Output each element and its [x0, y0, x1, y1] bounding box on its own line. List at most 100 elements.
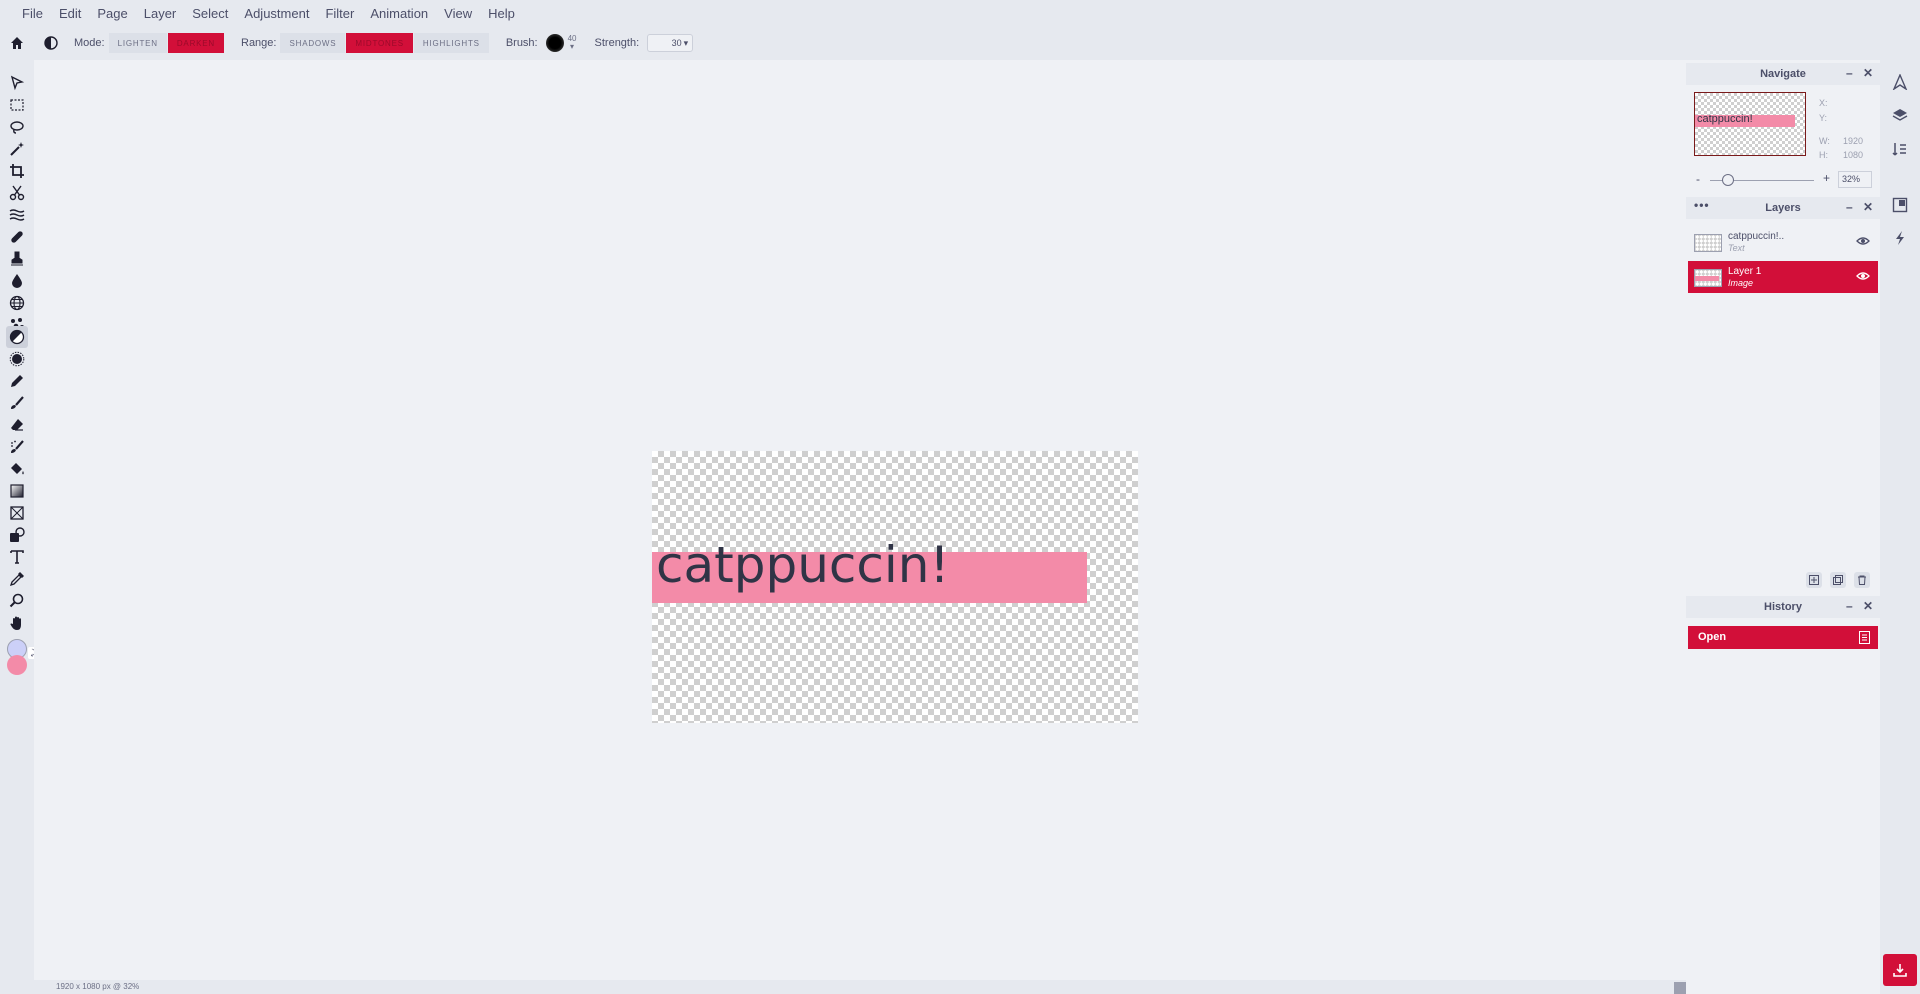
navigate-panel-icon[interactable] — [1890, 72, 1910, 92]
zoom-slider-handle[interactable] — [1722, 174, 1734, 186]
eye-icon[interactable] — [1856, 236, 1870, 246]
rect-select-tool-icon[interactable] — [6, 94, 28, 116]
menu-bar: File Edit Page Layer Select Adjustment F… — [0, 0, 1920, 26]
layer-type: Text — [1728, 243, 1745, 253]
crop-tool-icon[interactable] — [6, 160, 28, 182]
menu-select[interactable]: Select — [192, 6, 228, 21]
paint-bucket-tool-icon[interactable] — [6, 458, 28, 480]
zoom-control: - + 32% — [1694, 171, 1874, 189]
stamp-tool-icon[interactable] — [6, 248, 28, 270]
layers-panel-icon[interactable] — [1890, 105, 1910, 125]
home-icon[interactable] — [0, 26, 34, 60]
range-segment: SHADOWS MIDTONES HIGHLIGHTS — [280, 33, 490, 53]
duplicate-layer-icon[interactable] — [1830, 572, 1846, 588]
history-title: History — [1764, 601, 1802, 613]
range-highlights-button[interactable]: HIGHLIGHTS — [413, 33, 490, 53]
zoom-out-button[interactable]: - — [1696, 172, 1700, 186]
blur-drop-tool-icon[interactable] — [6, 270, 28, 292]
menu-page[interactable]: Page — [97, 6, 127, 21]
spray-brush-tool-icon[interactable] — [6, 436, 28, 458]
w-label: W: — [1819, 136, 1830, 146]
background-color-swatch[interactable] — [7, 655, 27, 675]
layer-name: Layer 1 — [1728, 266, 1762, 277]
canvas-workspace[interactable]: catppuccin! — [34, 60, 1686, 980]
options-bar: Mode: LIGHTEN DARKEN Range: SHADOWS MIDT… — [0, 26, 1920, 60]
zoom-in-button[interactable]: + — [1823, 171, 1830, 185]
x-label: X: — [1819, 98, 1828, 108]
pointer-tool-icon[interactable] — [6, 72, 28, 94]
download-icon — [1893, 964, 1907, 977]
shapes-tool-icon[interactable] — [6, 524, 28, 546]
dodge-burn-icon — [34, 26, 68, 60]
eyedropper-tool-icon[interactable] — [6, 568, 28, 590]
brush-size-control[interactable]: 40 ▾ — [568, 35, 577, 51]
more-options-icon[interactable]: ••• — [1694, 198, 1710, 212]
globe-tool-icon[interactable] — [6, 292, 28, 314]
add-layer-icon[interactable] — [1806, 572, 1822, 588]
sponge-tool-icon[interactable] — [6, 348, 28, 370]
eraser-tool-icon[interactable] — [6, 414, 28, 436]
liquify-tool-icon[interactable] — [6, 204, 28, 226]
h-label: H: — [1819, 150, 1828, 160]
minimize-icon[interactable]: – — [1846, 200, 1853, 214]
trash-icon[interactable] — [1854, 572, 1870, 588]
w-value: 1920 — [1843, 136, 1864, 146]
layer-row[interactable]: catppuccin!.. Text — [1688, 226, 1878, 258]
mode-darken-button[interactable]: DARKEN — [167, 33, 225, 53]
pencil-tool-icon[interactable] — [6, 370, 28, 392]
zoom-input[interactable]: 32% — [1838, 171, 1872, 188]
text-tool-icon[interactable] — [6, 546, 28, 568]
brush-tool-icon[interactable] — [6, 392, 28, 414]
mode-lighten-button[interactable]: LIGHTEN — [108, 33, 168, 53]
scissors-tool-icon[interactable] — [6, 182, 28, 204]
menu-filter[interactable]: Filter — [325, 6, 354, 21]
range-shadows-button[interactable]: SHADOWS — [280, 33, 347, 53]
hand-tool-icon[interactable] — [6, 612, 28, 634]
scrollbar-handle[interactable] — [1674, 982, 1686, 994]
brush-preview[interactable] — [545, 34, 564, 52]
y-label: Y: — [1819, 113, 1828, 123]
gradient-tool-icon[interactable] — [6, 480, 28, 502]
range-label: Range: — [241, 37, 277, 49]
strength-select[interactable]: 30 ▾ — [647, 34, 694, 52]
range-midtones-button[interactable]: MIDTONES — [346, 33, 414, 53]
menu-edit[interactable]: Edit — [59, 6, 81, 21]
strength-label: Strength: — [594, 37, 640, 49]
tool-palette: ⤸ — [0, 60, 38, 994]
canvas-text-layer: catppuccin! — [656, 536, 950, 594]
navigate-thumbnail[interactable]: catppuccin! — [1694, 92, 1806, 156]
menu-adjustment[interactable]: Adjustment — [244, 6, 309, 21]
close-icon[interactable]: ✕ — [1863, 599, 1873, 613]
brush-label: Brush: — [505, 37, 538, 49]
frame-tool-icon[interactable] — [6, 502, 28, 524]
magic-wand-tool-icon[interactable] — [6, 138, 28, 160]
effects-panel-icon[interactable] — [1890, 228, 1910, 248]
eye-icon[interactable] — [1856, 271, 1870, 281]
lasso-tool-icon[interactable] — [6, 116, 28, 138]
history-item[interactable]: Open — [1688, 626, 1878, 649]
bandage-tool-icon[interactable] — [6, 226, 28, 248]
layer-thumbnail — [1694, 234, 1722, 252]
layers-panel-header: ••• Layers – ✕ — [1686, 197, 1880, 219]
menu-view[interactable]: View — [444, 6, 472, 21]
resize-panel-icon[interactable] — [1890, 195, 1910, 215]
close-icon[interactable]: ✕ — [1863, 200, 1873, 214]
layer-thumbnail — [1694, 269, 1722, 287]
menu-help[interactable]: Help — [488, 6, 515, 21]
close-icon[interactable]: ✕ — [1863, 66, 1873, 80]
layer-row-selected[interactable]: Layer 1 Image — [1688, 261, 1878, 293]
menu-layer[interactable]: Layer — [144, 6, 177, 21]
mode-segment: LIGHTEN DARKEN — [108, 33, 225, 53]
dodge-burn-tool-icon[interactable] — [6, 326, 28, 348]
layer-name: catppuccin!.. — [1728, 231, 1785, 242]
download-button[interactable] — [1883, 954, 1917, 986]
chevron-down-icon: ▾ — [570, 42, 575, 51]
history-panel-icon[interactable] — [1890, 139, 1910, 159]
zoom-tool-icon[interactable] — [6, 590, 28, 612]
menu-file[interactable]: File — [22, 6, 43, 21]
h-value: 1080 — [1843, 150, 1864, 160]
minimize-icon[interactable]: – — [1846, 599, 1853, 613]
navigate-panel-header: Navigate – ✕ — [1686, 63, 1880, 85]
minimize-icon[interactable]: – — [1846, 66, 1853, 80]
menu-animation[interactable]: Animation — [370, 6, 428, 21]
